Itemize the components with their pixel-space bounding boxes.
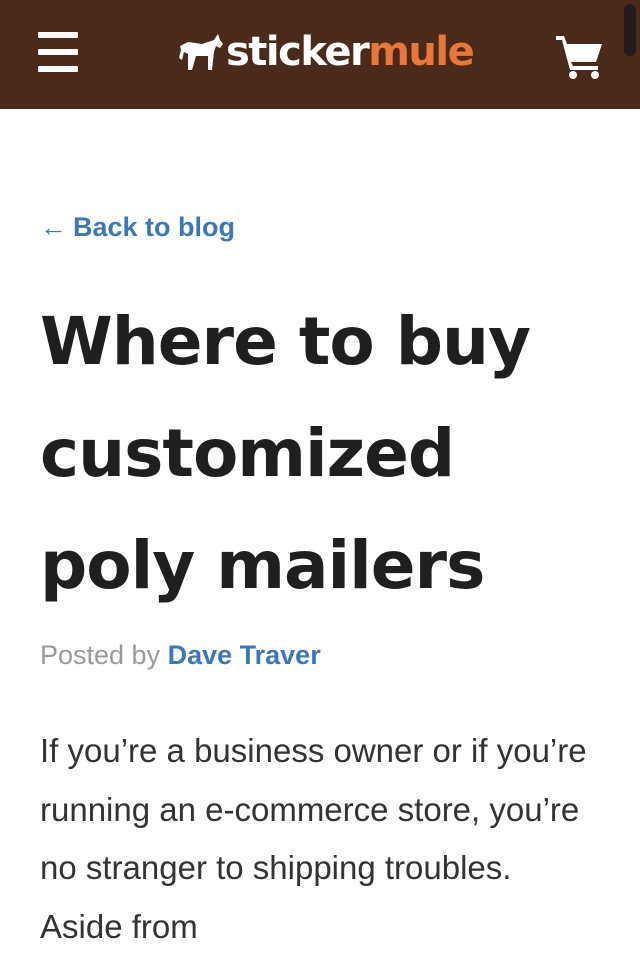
back-arrow-icon: ← <box>40 212 67 242</box>
hamburger-icon-line <box>38 66 78 72</box>
author-link[interactable]: Dave Traver <box>168 640 321 670</box>
mule-logo-icon <box>179 34 223 70</box>
shopping-cart-icon <box>556 36 602 79</box>
back-to-blog-label: Back to blog <box>73 212 236 242</box>
byline-prefix: Posted by <box>40 640 161 670</box>
article-byline: Posted by Dave Traver <box>40 640 321 671</box>
stickermule-logo-link[interactable]: sticker mule <box>178 26 475 78</box>
top-navigation-bar: sticker mule <box>0 0 640 109</box>
logo-word-mule: mule <box>368 29 475 75</box>
back-to-blog-link[interactable]: ← Back to blog <box>40 212 235 243</box>
hamburger-icon-line <box>38 49 78 55</box>
cart-button[interactable] <box>554 34 606 80</box>
hamburger-menu-button[interactable] <box>36 30 80 74</box>
article-paragraph: If you’re a business owner or if you’re … <box>40 732 587 945</box>
scrollbar-thumb[interactable] <box>624 4 636 56</box>
logo-word-sticker: sticker <box>226 29 370 75</box>
hamburger-icon <box>38 32 78 38</box>
article-title: Where to buy customized poly mailers <box>40 303 531 604</box>
